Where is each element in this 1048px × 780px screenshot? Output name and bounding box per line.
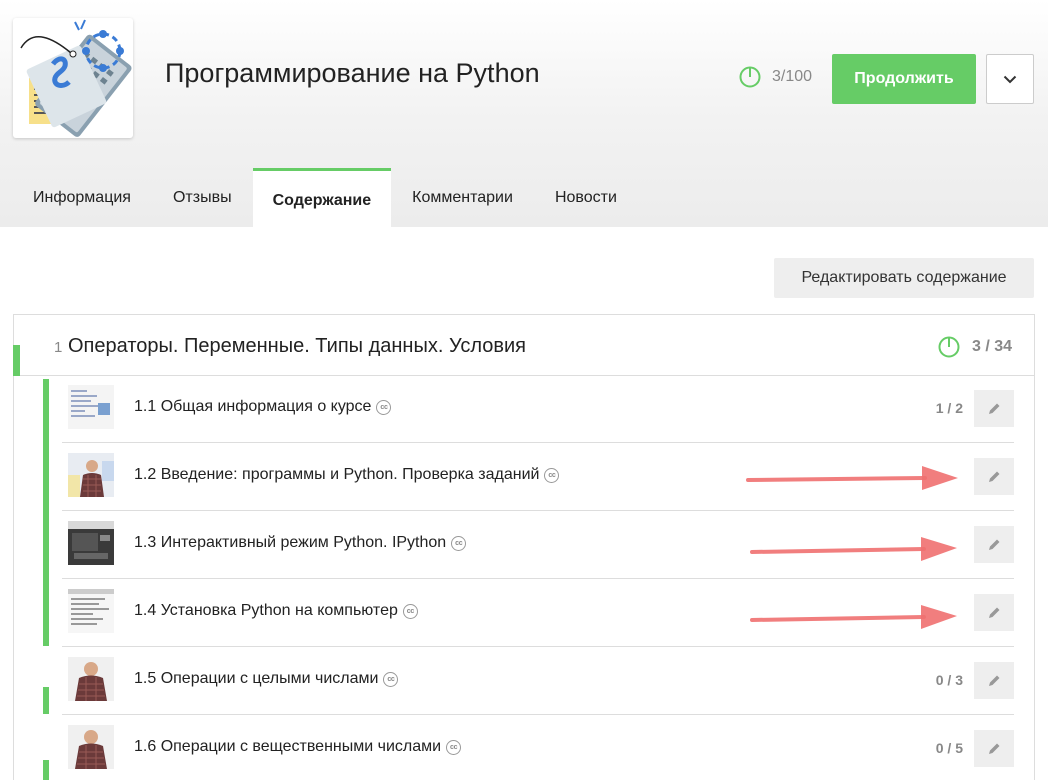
module-header[interactable]: 1 Операторы. Переменные. Типы данных. Ус… [13,315,1034,376]
lesson-row[interactable]: 1.3 Интерактивный режим Python. IPython … [62,511,1014,579]
edit-content-button[interactable]: Редактировать содержание [774,258,1034,298]
lesson-progress-bar [43,760,49,780]
edit-lesson-button[interactable] [974,594,1014,631]
tab-news[interactable]: Новости [534,168,638,227]
lesson-row[interactable]: 1.6 Операции с вещественными числами cc … [62,715,1014,780]
options-dropdown-button[interactable] [986,54,1034,104]
course-cover-image [13,18,133,138]
cc-icon: cc [402,603,418,619]
lesson-title: 1.6 Операции с вещественными числами cc [134,738,462,756]
tab-comments[interactable]: Комментарии [391,168,534,227]
module-title: Операторы. Переменные. Типы данных. Усло… [68,335,526,357]
module-number: 1 [54,339,63,356]
edit-lesson-button[interactable] [974,526,1014,563]
module-progress: 3 / 34 [972,338,1013,355]
course-progress: 3/100 [772,68,813,85]
lesson-thumbnail [68,657,114,701]
cc-icon: cc [451,535,467,551]
lesson-thumbnail [68,453,114,497]
tab-content[interactable]: Содержание [252,168,392,227]
tab-info[interactable]: Информация [12,168,152,227]
cc-icon: cc [376,399,392,415]
pencil-icon [989,471,1000,482]
lesson-progress-bar [43,687,49,714]
lesson-thumbnail [68,385,114,429]
lesson-row[interactable]: 1.1 Общая информация о курсе cc 1 / 2 [62,375,1014,443]
pencil-icon [989,607,1000,618]
lesson-progress: 1 / 2 [935,400,963,416]
lesson-title: 1.5 Операции с целыми числами cc [134,670,399,688]
pencil-icon [989,675,1000,686]
course-tabs: Информация Отзывы Содержание Комментарии… [12,168,638,227]
progress-ring-icon [938,336,960,358]
lesson-row[interactable]: 1.5 Операции с целыми числами cc 0 / 3 [62,647,1014,715]
continue-button[interactable]: Продолжить [832,54,976,104]
lesson-title-text: 1.2 Введение: программы и Python. Провер… [134,466,540,483]
lesson-title: 1.4 Установка Python на компьютер cc [134,602,418,620]
edit-lesson-button[interactable] [974,662,1014,699]
lesson-thumbnail [68,589,114,633]
lesson-thumbnail [68,725,114,769]
pencil-icon [989,403,1000,414]
cc-icon: cc [544,467,560,483]
lesson-title-text: 1.4 Установка Python на компьютер [134,602,398,619]
lesson-title-text: 1.6 Операции с вещественными числами [134,738,442,755]
pencil-icon [989,539,1000,550]
lesson-title-text: 1.3 Интерактивный режим Python. IPython [134,534,447,551]
progress-ring-icon [739,66,761,88]
lesson-title: 1.3 Интерактивный режим Python. IPython … [134,534,467,552]
course-header: Программирование на Python 3/100 Продолж… [0,0,1048,227]
chevron-down-icon [1003,75,1017,83]
course-title: Программирование на Python [165,58,540,88]
pencil-icon [989,743,1000,754]
lesson-thumbnail [68,521,114,565]
lesson-row[interactable]: 1.4 Установка Python на компьютер cc [62,579,1014,647]
lesson-title: 1.1 Общая информация о курсе cc [134,398,392,416]
lesson-row[interactable]: 1.2 Введение: программы и Python. Провер… [62,443,1014,511]
edit-lesson-button[interactable] [974,458,1014,495]
lesson-title: 1.2 Введение: программы и Python. Провер… [134,466,560,484]
lesson-progress-bar [43,379,49,646]
tab-reviews[interactable]: Отзывы [152,168,253,227]
lesson-progress: 0 / 3 [935,672,963,688]
lesson-title-text: 1.5 Операции с целыми числами [134,670,379,687]
module-progress-bar [13,345,20,376]
lesson-progress: 0 / 5 [935,740,963,756]
cc-icon: cc [383,671,399,687]
edit-lesson-button[interactable] [974,390,1014,427]
cc-icon: cc [446,739,462,755]
lesson-title-text: 1.1 Общая информация о курсе [134,398,372,415]
edit-lesson-button[interactable] [974,730,1014,767]
